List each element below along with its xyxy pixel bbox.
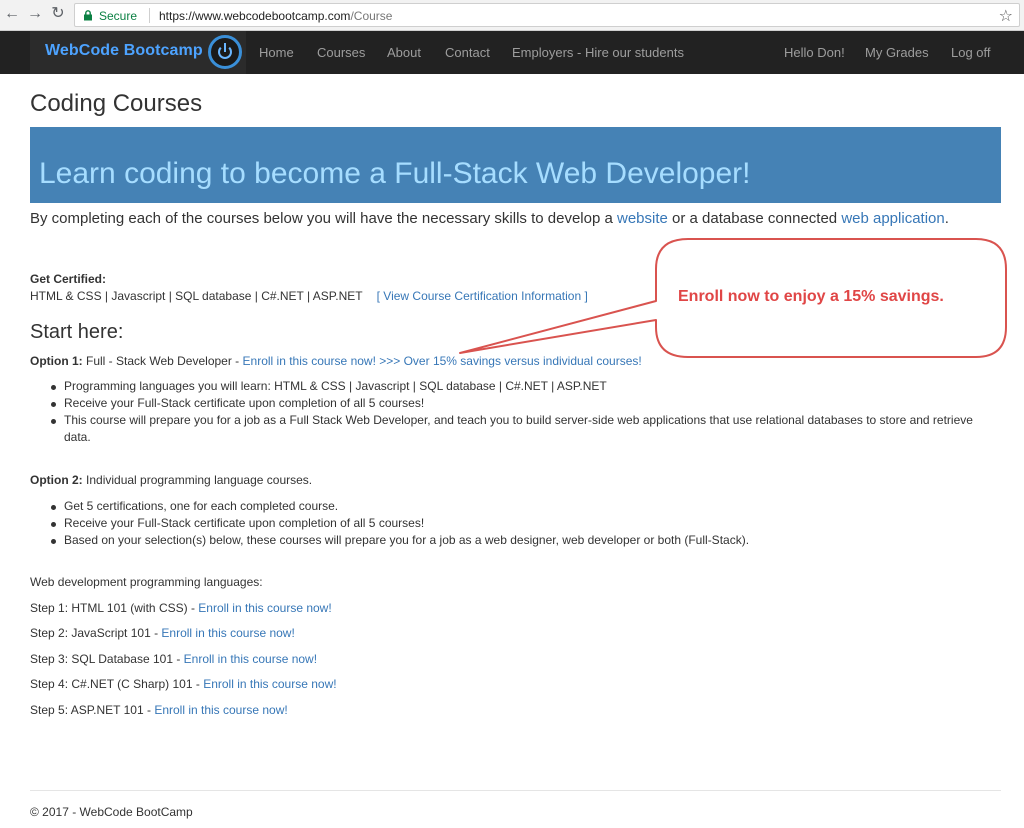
list-item: Get 5 certifications, one for each compl… — [51, 498, 994, 515]
lead-text-end: . — [944, 210, 949, 227]
step-4-enroll-link[interactable]: Enroll in this course now! — [203, 677, 336, 691]
power-icon — [208, 35, 242, 69]
nav-hello-user[interactable]: Hello Don! — [784, 45, 845, 60]
url-text[interactable]: https://www.webcodebootcamp.com/Course — [159, 9, 392, 23]
lead-text-middle: or a database connected — [667, 210, 842, 227]
list-item: Based on your selection(s) below, these … — [51, 532, 994, 549]
site-navbar: WebCode Bootcamp Home Courses About Cont… — [0, 31, 1024, 74]
jumbotron: Learn coding to become a Full-Stack Web … — [30, 127, 1001, 203]
website-link[interactable]: website — [617, 210, 668, 227]
nav-courses[interactable]: Courses — [317, 45, 365, 60]
nav-log-off[interactable]: Log off — [951, 45, 991, 60]
browser-toolbar: ← → ↻ Secure https://www.webcodebootcamp… — [0, 0, 1024, 31]
secure-label: Secure — [99, 9, 138, 23]
option-1-label: Option 1: — [30, 354, 83, 368]
list-item: This course will prepare you for a job a… — [51, 412, 994, 446]
step-5: Step 5: ASP.NET 101 - Enroll in this cou… — [30, 703, 288, 717]
step-5-enroll-link[interactable]: Enroll in this course now! — [154, 703, 287, 717]
certification-line: HTML & CSS | Javascript | SQL database |… — [30, 289, 588, 303]
lead-paragraph: By completing each of the courses below … — [30, 210, 949, 227]
step-2: Step 2: JavaScript 101 - Enroll in this … — [30, 626, 295, 640]
omnibox-separator — [149, 8, 150, 23]
get-certified-heading: Get Certified: — [30, 272, 107, 286]
view-certification-link[interactable]: [ View Course Certification Information … — [377, 289, 588, 303]
nav-my-grades[interactable]: My Grades — [865, 45, 929, 60]
step-1-text: Step 1: HTML 101 (with CSS) - — [30, 601, 199, 615]
step-3: Step 3: SQL Database 101 - Enroll in thi… — [30, 652, 317, 666]
brand-logo[interactable]: WebCode Bootcamp — [30, 31, 246, 74]
address-bar[interactable]: Secure https://www.webcodebootcamp.com/C… — [74, 3, 1020, 27]
web-application-link[interactable]: web application — [841, 210, 944, 227]
reload-icon[interactable]: ↻ — [48, 4, 68, 24]
option-1-bullets: Programming languages you will learn: HT… — [51, 378, 994, 446]
footer-divider — [30, 790, 1001, 791]
list-item: Receive your Full-Stack certificate upon… — [51, 395, 994, 412]
option-1-enroll-link[interactable]: Enroll in this course now! >>> Over 15% … — [243, 354, 642, 368]
jumbotron-heading: Learn coding to become a Full-Stack Web … — [39, 157, 751, 190]
url-path: /Course — [350, 9, 393, 23]
option-2-label: Option 2: — [30, 473, 83, 487]
bookmark-star-icon[interactable]: ☆ — [999, 6, 1013, 26]
step-1-enroll-link[interactable]: Enroll in this course now! — [198, 601, 331, 615]
option-1: Option 1: Full - Stack Web Developer - E… — [30, 354, 642, 368]
step-4: Step 4: C#.NET (C Sharp) 101 - Enroll in… — [30, 677, 337, 691]
step-1: Step 1: HTML 101 (with CSS) - Enroll in … — [30, 601, 332, 615]
step-2-enroll-link[interactable]: Enroll in this course now! — [161, 626, 294, 640]
option-1-text: Full - Stack Web Developer - — [82, 354, 243, 368]
forward-arrow-icon[interactable]: → — [25, 4, 45, 24]
option-2: Option 2: Individual programming languag… — [30, 473, 312, 487]
step-3-enroll-link[interactable]: Enroll in this course now! — [184, 652, 317, 666]
option-2-bullets: Get 5 certifications, one for each compl… — [51, 498, 994, 549]
start-here-heading: Start here: — [30, 321, 124, 343]
step-2-text: Step 2: JavaScript 101 - — [30, 626, 162, 640]
nav-contact[interactable]: Contact — [445, 45, 490, 60]
list-item: Receive your Full-Stack certificate upon… — [51, 515, 994, 532]
step-4-text: Step 4: C#.NET (C Sharp) 101 - — [30, 677, 204, 691]
step-5-text: Step 5: ASP.NET 101 - — [30, 703, 155, 717]
page-title: Coding Courses — [30, 90, 203, 117]
certification-list: HTML & CSS | Javascript | SQL database |… — [30, 289, 363, 303]
step-3-text: Step 3: SQL Database 101 - — [30, 652, 184, 666]
list-item: Programming languages you will learn: HT… — [51, 378, 994, 395]
url-host: https://www.webcodebootcamp.com — [159, 9, 351, 23]
nav-about[interactable]: About — [387, 45, 421, 60]
nav-home[interactable]: Home — [259, 45, 294, 60]
back-arrow-icon[interactable]: ← — [2, 4, 22, 24]
lock-icon — [84, 10, 92, 21]
brand-name: WebCode Bootcamp — [45, 42, 203, 59]
footer-copyright: © 2017 - WebCode BootCamp — [30, 805, 193, 819]
option-2-text: Individual programming language courses. — [82, 473, 313, 487]
lead-text-start: By completing each of the courses below … — [30, 210, 617, 227]
callout-text: Enroll now to enjoy a 15% savings. — [678, 288, 944, 305]
nav-employers[interactable]: Employers - Hire our students — [512, 45, 684, 60]
web-dev-languages-heading: Web development programming languages: — [30, 575, 263, 589]
